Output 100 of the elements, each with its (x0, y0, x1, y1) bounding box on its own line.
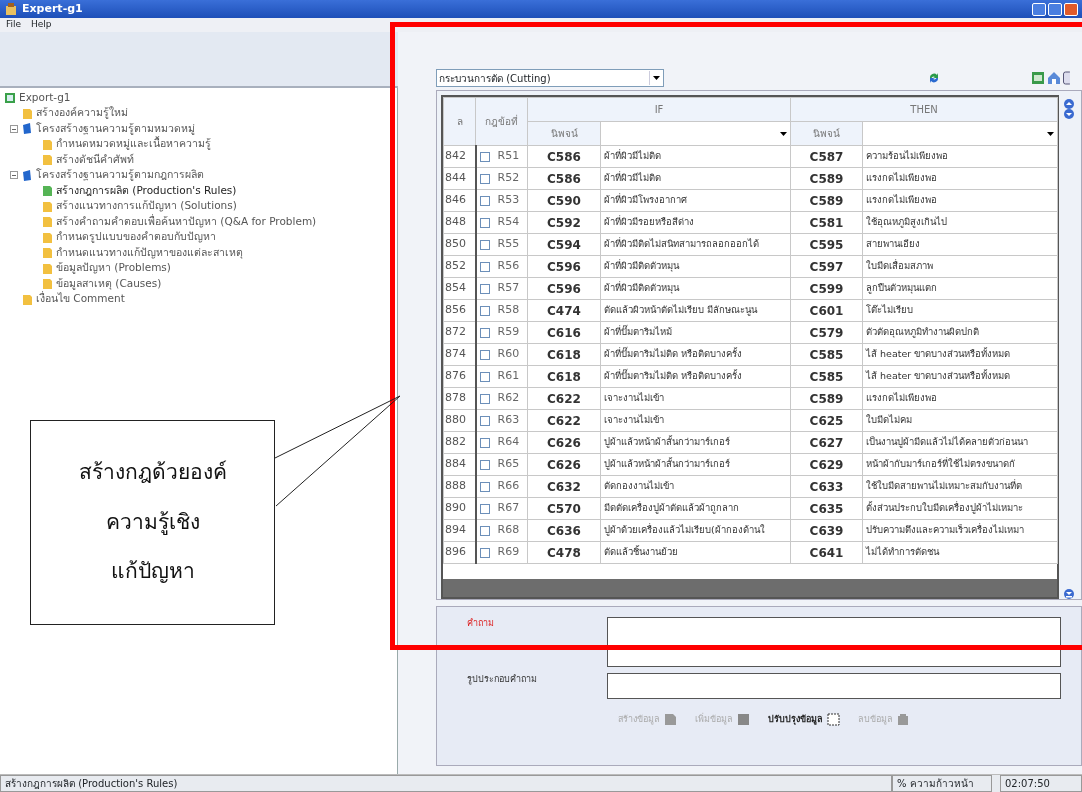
folder-icon (41, 215, 53, 229)
checkbox[interactable] (479, 437, 490, 448)
status-time: 02:07:50 (1000, 775, 1082, 792)
tree-item[interactable]: กำหนดรูปแบบของคำตอบกับปัญหา (56, 229, 216, 246)
checkbox[interactable] (479, 261, 490, 272)
checkbox[interactable] (479, 503, 490, 514)
process-dropdown[interactable]: กระบวนการตัด (Cutting) (436, 69, 664, 87)
menu-item[interactable]: Help (31, 18, 52, 32)
status-message: สร้างกฎการผลิต (Production's Rules) (0, 775, 892, 792)
checkbox[interactable] (479, 173, 490, 184)
table-cell: 844 (443, 167, 476, 190)
checkbox[interactable] (479, 371, 490, 382)
collapse-toggle[interactable] (10, 171, 18, 180)
table-cell: R57 (497, 280, 520, 297)
maximize-button[interactable] (1048, 2, 1062, 16)
checkbox[interactable] (479, 525, 490, 536)
image-field[interactable] (607, 673, 1061, 699)
column-group-header: IF (527, 97, 791, 122)
table-cell: เจาะงานไม่เข้า (600, 387, 791, 410)
tree-item[interactable]: กำหนดแนวทางแก้ปัญหาของแต่ละสาเหตุ (56, 244, 243, 261)
checkbox[interactable] (479, 415, 490, 426)
table-cell: C597 (790, 255, 863, 278)
table-cell: R58 (497, 302, 520, 319)
table-cell: C590 (527, 189, 601, 212)
progress-label: % ความก้าวหน้า (892, 775, 992, 792)
table-cell: ไส้ heater ขาดบางส่วนหรือทั้งหมด (862, 343, 1058, 366)
column-header: กฎข้อที่ (475, 97, 528, 146)
table-cell: 876 (443, 365, 476, 388)
checkbox[interactable] (479, 305, 490, 316)
scroll-bottom-icon[interactable] (1064, 589, 1074, 599)
table-cell: C601 (790, 299, 863, 322)
table-cell: C639 (790, 519, 863, 542)
square-icon (737, 713, 750, 727)
table-cell: 888 (443, 475, 476, 498)
table-cell: ใช้อุณหภูมิสูงเกินไป (862, 211, 1058, 234)
tree-item[interactable]: สร้างกฎการผลิต (Production's Rules) (56, 182, 237, 199)
tree-item[interactable]: โครงสร้างฐานความรู้ตามหมวดหมู่ (36, 120, 195, 137)
table-cell: เป็นงานปูผ้ามีดแล้วไม่ได้คลายตัวก่อนนา (862, 431, 1058, 454)
tree-item[interactable]: สร้างองค์ความรู้ใหม่ (36, 105, 128, 122)
tree-item[interactable]: ข้อมูลปัญหา (Problems) (56, 260, 171, 277)
tree-item[interactable]: สร้างแนวทางการแก้ปัญหา (Solutions) (56, 198, 237, 215)
checkbox[interactable] (479, 459, 490, 470)
table-cell: 850 (443, 233, 476, 256)
menu-item[interactable]: File (6, 18, 22, 32)
table-cell: แรงกดไม่เพียงพอ (862, 387, 1058, 410)
tree-item[interactable]: สร้างดัชนีคำศัพท์ (56, 151, 134, 168)
table-cell: C618 (527, 365, 601, 388)
callout-text: แก้ปัญหา (110, 558, 195, 586)
table-cell: C594 (527, 233, 601, 256)
callout-text: สร้างกฎด้วยองค์ (78, 459, 227, 487)
table-cell: 848 (443, 211, 476, 234)
table-cell: 874 (443, 343, 476, 366)
table-cell: 890 (443, 497, 476, 520)
checkbox[interactable] (479, 547, 490, 558)
table-cell: R61 (497, 368, 520, 385)
house-icon[interactable] (1047, 71, 1061, 85)
table-cell: C589 (790, 189, 863, 212)
table-cell: ผ้าที่ผิวมีติดตัวหมุน (600, 277, 791, 300)
table-cell: C622 (527, 409, 601, 432)
scroll-up-icon[interactable] (1064, 99, 1074, 109)
checkbox[interactable] (479, 283, 490, 294)
table-cell: ผ้าที่ปั๊มตาริมไหม้ (600, 321, 791, 344)
checkbox[interactable] (479, 481, 490, 492)
table-cell: C474 (527, 299, 601, 322)
checkbox[interactable] (479, 393, 490, 404)
tree-item[interactable]: Export-g1 (19, 89, 71, 106)
checkbox[interactable] (479, 349, 490, 360)
table-cell: ไม่ได้ทำการตัดชน (862, 541, 1058, 564)
caret-icon (653, 76, 660, 80)
checkbox[interactable] (479, 217, 490, 228)
checkbox[interactable] (479, 151, 490, 162)
close-button[interactable] (1064, 2, 1078, 16)
checkbox[interactable] (479, 195, 490, 206)
column-header: ล (443, 97, 476, 146)
checkbox[interactable] (479, 327, 490, 338)
spreadsheet-icon[interactable] (1031, 71, 1045, 85)
tree-item[interactable]: โครงสร้างฐานความรู้ตามกฎการผลิต (36, 167, 204, 184)
scroll-down-icon[interactable] (1064, 109, 1074, 119)
collapse-toggle[interactable] (10, 124, 18, 133)
checkbox[interactable] (479, 239, 490, 250)
table-cell: C596 (527, 277, 601, 300)
folder-icon (41, 153, 53, 167)
folder-icon (21, 106, 33, 120)
table-cell: C622 (527, 387, 601, 410)
tree-item[interactable]: เงื่อนไข Comment (36, 291, 125, 308)
table-cell: R69 (497, 544, 520, 561)
table-cell: ปูผ้าด้วยเครื่องแล้วไม่เรียบ(ผ้ากองด้านใ (600, 519, 791, 542)
table-cell: ผ้าที่ผิวมีรอยหรือสีด่าง (600, 211, 791, 234)
folder-icon (41, 261, 53, 275)
table-cell: ตั้งส่วนประกบใบมีดเครื่องปูผ้าไม่เหมาะ (862, 497, 1058, 520)
refresh-icon[interactable] (927, 71, 941, 85)
tree-item[interactable]: กำหนดหมวดหมู่และเนื้อหาความรู้ (56, 136, 211, 153)
table-cell: C599 (790, 277, 863, 300)
minimize-button[interactable] (1032, 2, 1046, 16)
tree-item[interactable]: สร้างคำถามคำตอบเพื่อค้นหาปัญหา (Q&A for Problem) (56, 213, 317, 230)
table-cell: 884 (443, 453, 476, 476)
table-cell: C632 (527, 475, 601, 498)
action-button[interactable]: ปรับปรุงข้อมูล (768, 713, 840, 727)
tree-item[interactable]: ข้อมูลสาเหตุ (Causes) (56, 275, 162, 292)
book-icon (21, 122, 33, 136)
